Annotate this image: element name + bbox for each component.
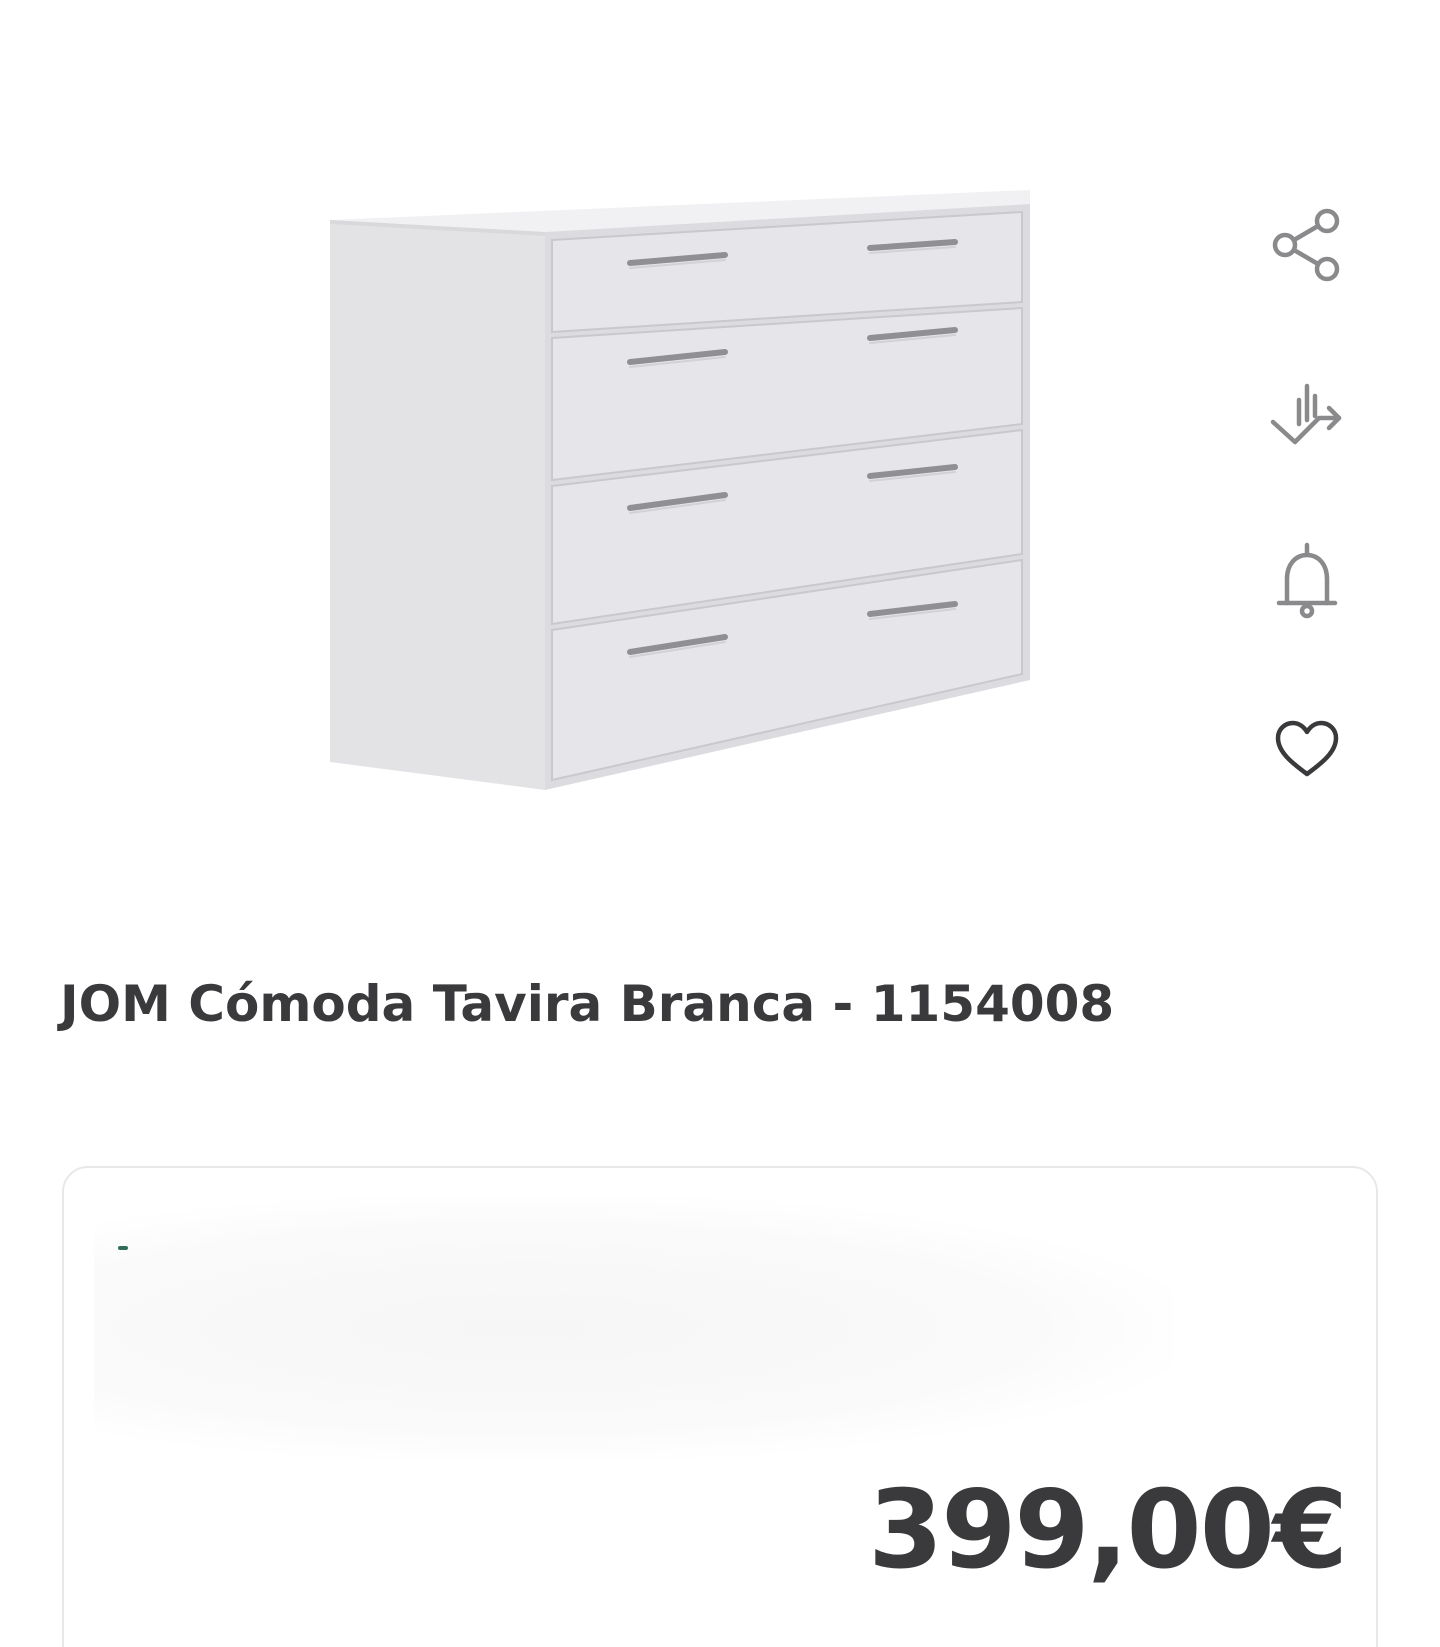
favorite-button[interactable] [1262, 704, 1352, 794]
price-history-button[interactable] [1262, 368, 1352, 458]
price-alert-button[interactable] [1262, 536, 1352, 626]
heart-icon [1275, 720, 1339, 777]
price: 399,00€ [868, 1468, 1348, 1593]
product-page: JOM Cómoda Tavira Branca - 1154008 399,0… [0, 0, 1440, 1647]
dresser-image [330, 190, 1030, 790]
product-title: JOM Cómoda Tavira Branca - 1154008 [60, 975, 1115, 1033]
share-icon [1272, 208, 1340, 282]
blurred-area [94, 1198, 1174, 1458]
bell-icon [1276, 542, 1338, 619]
blur-mark [118, 1246, 128, 1250]
price-history-icon [1270, 383, 1342, 445]
product-image[interactable] [330, 190, 1090, 830]
price-card: 399,00€ [62, 1166, 1378, 1647]
product-actions [1262, 200, 1352, 794]
share-button[interactable] [1262, 200, 1352, 290]
